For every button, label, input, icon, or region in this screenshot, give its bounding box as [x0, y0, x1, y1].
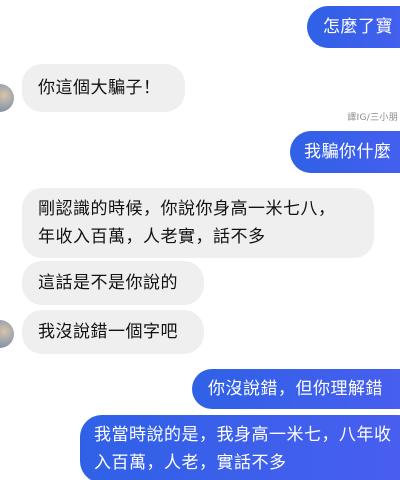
- message-outgoing-4[interactable]: 我當時說的是，我身高一米七，八年收 入百萬，人老，實話不多: [80, 415, 400, 480]
- message-incoming-1[interactable]: 你這個大騙子！: [22, 64, 185, 112]
- watermark-text: 譯IG/三小朋: [347, 113, 398, 123]
- message-outgoing-3[interactable]: 你沒說錯，但你理解錯: [192, 369, 400, 409]
- message-text-line-2: 入百萬，人老，實話不多: [94, 453, 287, 473]
- message-text: 怎麼了寶: [323, 17, 393, 37]
- contact-avatar[interactable]: [0, 320, 14, 348]
- message-text: 你沒說錯，但你理解錯: [208, 379, 383, 399]
- message-incoming-3[interactable]: 這話是不是你說的: [22, 261, 204, 305]
- message-outgoing-1[interactable]: 怎麼了寶: [307, 6, 400, 48]
- message-outgoing-2[interactable]: 我騙你什麼: [290, 131, 400, 173]
- message-text: 我沒說錯一個字吧: [38, 322, 178, 342]
- message-text-line-1: 剛認識的時候，你說你身高一米七八，: [38, 199, 336, 219]
- message-text-line-1: 我當時說的是，我身高一米七，八年收: [94, 425, 392, 445]
- message-text: 我騙你什麼: [304, 142, 392, 162]
- message-text-line-2: 年收入百萬，人老實，話不多: [38, 227, 266, 247]
- message-incoming-4[interactable]: 我沒說錯一個字吧: [22, 310, 204, 354]
- chat-screen: 怎麼了寶 你這個大騙子！ 譯IG/三小朋 我騙你什麼 剛認識的時候，你說你身高一…: [0, 0, 400, 480]
- contact-avatar[interactable]: [0, 84, 14, 112]
- message-incoming-2[interactable]: 剛認識的時候，你說你身高一米七八， 年收入百萬，人老實，話不多: [22, 188, 374, 258]
- message-text: 你這個大騙子！: [38, 78, 161, 98]
- message-text: 這話是不是你說的: [38, 273, 178, 293]
